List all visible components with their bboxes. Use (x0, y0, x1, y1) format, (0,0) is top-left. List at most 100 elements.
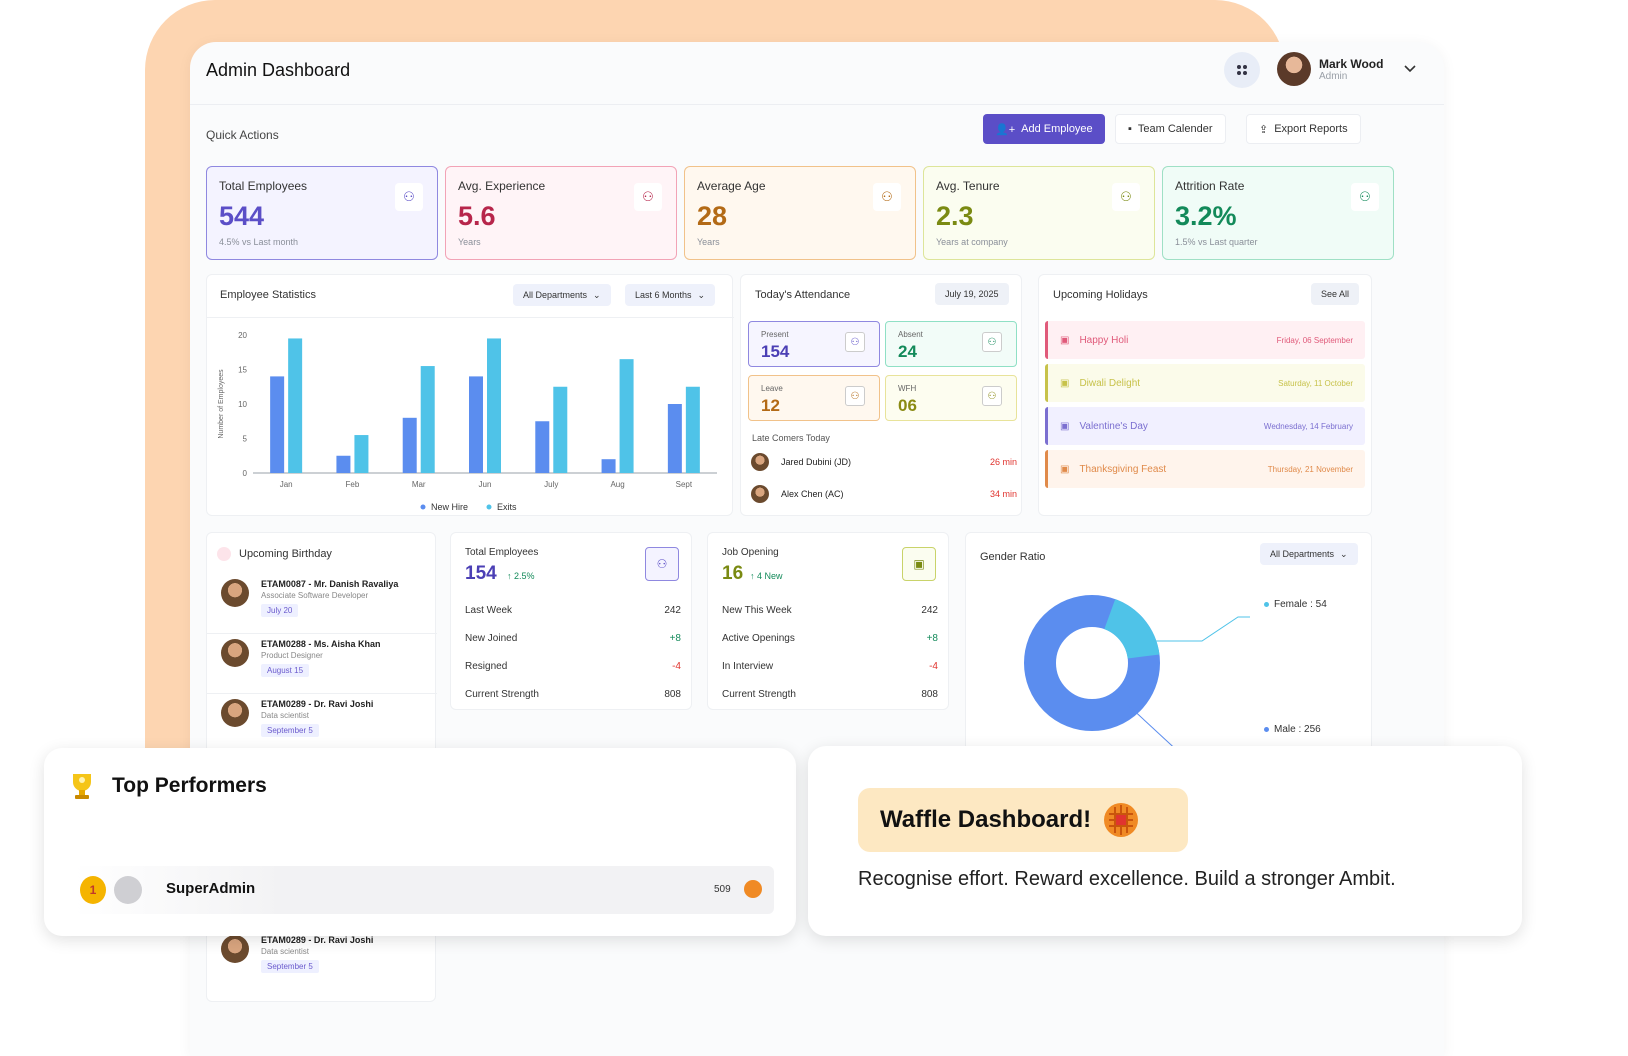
x-tick-label: July (544, 480, 558, 489)
team-icon: ⚇ (873, 183, 901, 211)
waffle-icon (744, 880, 762, 898)
chevron-down-icon (1404, 65, 1417, 73)
bar-new-hire (667, 404, 682, 473)
birthday-date: September 5 (261, 960, 319, 973)
gender-department-filter[interactable]: All Departments ⌄ (1260, 543, 1358, 565)
stat-label: Total Employees (219, 179, 308, 193)
user-menu[interactable]: Mark Wood Admin (1227, 52, 1417, 86)
late-comers-title: Late Comers Today (752, 433, 830, 443)
add-employee-button[interactable]: 👤+ Add Employee (983, 114, 1105, 144)
birthday-item: ETAM0289 - Dr. Ravi Joshi Data scientist S… (221, 699, 373, 738)
see-all-button[interactable]: See All (1311, 283, 1360, 305)
birthday-date: July 20 (261, 604, 299, 617)
wfh-tile: WFH 06 ⚇ (885, 375, 1017, 421)
birthday-item: ETAM0288 - Ms. Aisha Khan Product Designe… (221, 639, 381, 678)
bar-exits (288, 338, 303, 473)
top-performers-title: Top Performers (112, 774, 267, 797)
header-divider (190, 104, 1444, 105)
holiday-item[interactable]: ▣ Diwali Delight Saturday, 11 October (1045, 364, 1365, 402)
employee-statistics-card: Employee Statistics All Departments ⌄ Las… (206, 274, 734, 516)
holiday-name: Valentine's Day (1079, 420, 1148, 432)
row-value: +8 (669, 633, 681, 644)
late-comer-row: Jared Dubini (JD) 26 min (751, 453, 1017, 471)
stat-row: In Interview -4 (722, 661, 938, 672)
stat-card: Attrition Rate 3.2% 1.5% vs Last quarter… (1162, 166, 1394, 260)
employee-bar-chart: 0 5 10 15 20 Number of Employees Jan Feb Mar Jun J… (218, 331, 717, 512)
bar-new-hire (270, 376, 285, 473)
row-value: 242 (921, 605, 938, 616)
stat-value: 544 (219, 201, 265, 231)
bar-exits (487, 338, 501, 473)
male-legend-label: Male : 256 (1274, 724, 1321, 735)
holiday-date: Wednesday, 14 February (1263, 421, 1353, 431)
bar-new-hire (535, 421, 550, 473)
stat-card: Total Employees 544 4.5% vs Last month ⚇ (206, 166, 438, 260)
stat-row: Current Strength 808 (465, 689, 681, 700)
stat-label: Avg. Experience (458, 179, 546, 193)
birthday-role: Data scientist (261, 947, 310, 956)
birthday-name: ETAM0289 - Dr. Ravi Joshi (261, 935, 374, 945)
holidays-title: Upcoming Holidays (1053, 289, 1148, 301)
holiday-item[interactable]: ▣ Thanksgiving Feast Thursday, 21 Novemb… (1045, 450, 1365, 488)
stat-row: Current Strength 808 (722, 689, 938, 700)
gender-ratio-card: Gender Ratio All Departments ⌄ Female : 5… (965, 532, 1372, 762)
row-label: Current Strength (465, 689, 539, 700)
team-calendar-button[interactable]: ▪ Team Calender (1115, 114, 1226, 144)
x-tick-label: Jun (479, 480, 492, 489)
holiday-name: Happy Holi (1079, 334, 1129, 346)
holiday-name: Thanksgiving Feast (1079, 463, 1167, 475)
attendance-date[interactable]: July 19, 2025 (935, 283, 1009, 305)
stat-label: Avg. Tenure (936, 179, 1000, 193)
present-label: Present (761, 330, 789, 339)
top-performers-card: Top Performers 1 SuperAdmin 509 (44, 748, 796, 936)
stat-subtext: 4.5% vs Last month (219, 237, 299, 247)
y-axis-label: Number of Employees (218, 369, 225, 439)
row-label: Current Strength (722, 689, 796, 700)
bar-exits (685, 386, 700, 473)
absent-tile: Absent 24 ⚇ (885, 321, 1017, 367)
department-filter-label: All Departments (523, 290, 588, 300)
late-comer-time: 26 min (989, 457, 1017, 467)
wfh-value: 06 (898, 396, 917, 415)
holiday-item[interactable]: ▣ Valentine's Day Wednesday, 14 February (1045, 407, 1365, 445)
present-icon: ⚇ (845, 332, 865, 352)
present-tile: Present 154 ⚇ (748, 321, 880, 367)
waffle-card: Waffle Dashboard! Recognise effort. Rewa… (808, 746, 1522, 936)
period-filter[interactable]: Last 6 Months ⌄ (625, 284, 716, 306)
y-tick-label: 20 (238, 331, 247, 340)
stat-value: 28 (697, 201, 728, 231)
job-opening-rows: New This Week 242 Active Openings +8 In In… (722, 605, 938, 700)
page-title: Admin Dashboard (206, 60, 351, 80)
performer-row[interactable]: 1 SuperAdmin 509 (74, 866, 774, 914)
stat-row: Active Openings +8 (722, 633, 938, 644)
leave-label: Leave (761, 384, 783, 393)
total-employees-card: Total Employees 154 ↑ 2.5% ⚇ Last Week 24… (450, 532, 692, 710)
divider (207, 633, 437, 634)
holiday-item[interactable]: ▣ Happy Holi Friday, 06 September (1045, 321, 1365, 359)
stat-card: Average Age 28 Years ⚇ (684, 166, 916, 260)
late-comer-name: Jared Dubini (JD) (781, 457, 852, 467)
department-filter[interactable]: All Departments ⌄ (513, 284, 611, 306)
birthday-header: Upcoming Birthday (217, 547, 332, 561)
row-label: New Joined (465, 633, 518, 644)
export-reports-button[interactable]: ⇪ Export Reports (1246, 114, 1361, 144)
stat-subtext: Years at company (936, 237, 1008, 247)
y-tick-label: 15 (238, 366, 247, 375)
bar-new-hire (402, 417, 417, 473)
avatar (221, 579, 249, 607)
row-label: Resigned (465, 661, 508, 672)
row-value: 808 (664, 689, 681, 700)
calendar-icon: ▣ (1060, 377, 1070, 389)
leave-tile: Leave 12 ⚇ (748, 375, 880, 421)
row-value: 242 (664, 605, 681, 616)
birthday-title: Upcoming Birthday (239, 548, 332, 560)
x-tick-label: Sept (676, 480, 693, 489)
late-comer-time: 34 min (989, 489, 1017, 499)
row-label: In Interview (722, 661, 774, 672)
legend-dot (1264, 727, 1269, 732)
wfh-label: WFH (898, 384, 917, 393)
stat-subtext: 1.5% vs Last quarter (1175, 237, 1258, 247)
waffle-banner: Waffle Dashboard! (858, 788, 1188, 852)
trend-badge: ↑ 4 New (750, 571, 783, 581)
stat-row: Resigned -4 (465, 661, 681, 672)
